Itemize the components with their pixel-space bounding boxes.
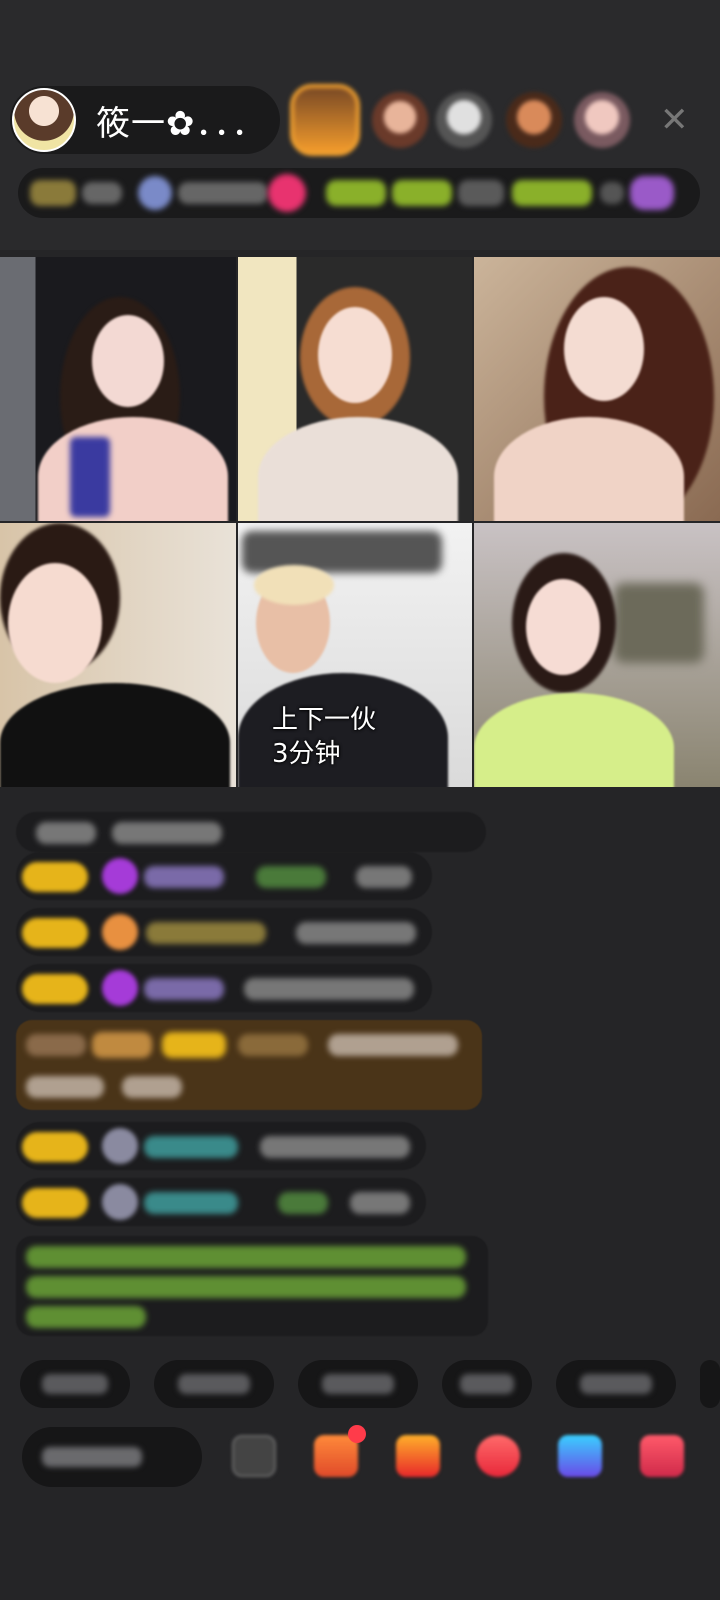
quick-reply-chip[interactable]: [298, 1360, 418, 1408]
top-bar: 筱一✿．．． ✕: [0, 0, 720, 250]
quick-reply-chip[interactable]: [442, 1360, 532, 1408]
close-icon[interactable]: ✕: [660, 100, 689, 140]
multi-guest-video-grid: 上下一伙 3分钟: [0, 257, 720, 803]
system-announcement: [16, 1236, 488, 1336]
video-tile-6[interactable]: [474, 523, 720, 787]
chat-message[interactable]: [16, 812, 486, 852]
host-name: 筱一✿．．．: [96, 103, 267, 144]
emoji-icon[interactable]: [232, 1435, 276, 1477]
viewer-avatar[interactable]: [574, 92, 630, 148]
video-tile-5[interactable]: 上下一伙 3分钟: [238, 523, 472, 787]
chat-message[interactable]: [16, 1122, 426, 1170]
video-tile-2[interactable]: [238, 257, 472, 521]
video-tile-3[interactable]: [474, 257, 720, 521]
quick-reply-chip[interactable]: [154, 1360, 274, 1408]
chat-input-button[interactable]: [22, 1427, 202, 1487]
quick-reply-row: [0, 1360, 720, 1412]
game-icon[interactable]: [476, 1435, 520, 1477]
gift-icon[interactable]: [640, 1435, 684, 1477]
host-info-pill[interactable]: 筱一✿．．．: [10, 86, 280, 154]
notification-dot: [348, 1425, 366, 1443]
host-avatar[interactable]: [12, 88, 76, 152]
top-viewer-avatar[interactable]: [290, 84, 360, 156]
quick-reply-chip[interactable]: [556, 1360, 676, 1408]
highlighted-chat-message[interactable]: [16, 1020, 482, 1110]
chat-message[interactable]: [16, 908, 432, 956]
chat-message[interactable]: [16, 852, 432, 900]
video-tile-1[interactable]: [0, 257, 236, 521]
badge-row: [18, 168, 700, 218]
bottom-toolbar: [0, 1425, 720, 1495]
quick-reply-chip[interactable]: [20, 1360, 130, 1408]
viewer-avatar[interactable]: [506, 92, 562, 148]
viewer-avatar[interactable]: [436, 92, 492, 148]
video-tile-4[interactable]: [0, 523, 236, 787]
share-icon[interactable]: [558, 1435, 602, 1477]
video-caption-line1: 上下一伙: [272, 705, 377, 735]
viewer-avatar[interactable]: [372, 92, 428, 148]
video-caption-line2: 3分钟: [272, 739, 341, 769]
quick-reply-chip[interactable]: [700, 1360, 720, 1408]
chat-message[interactable]: [16, 964, 432, 1012]
chat-message[interactable]: [16, 1178, 426, 1226]
red-packet-icon[interactable]: [396, 1435, 440, 1477]
